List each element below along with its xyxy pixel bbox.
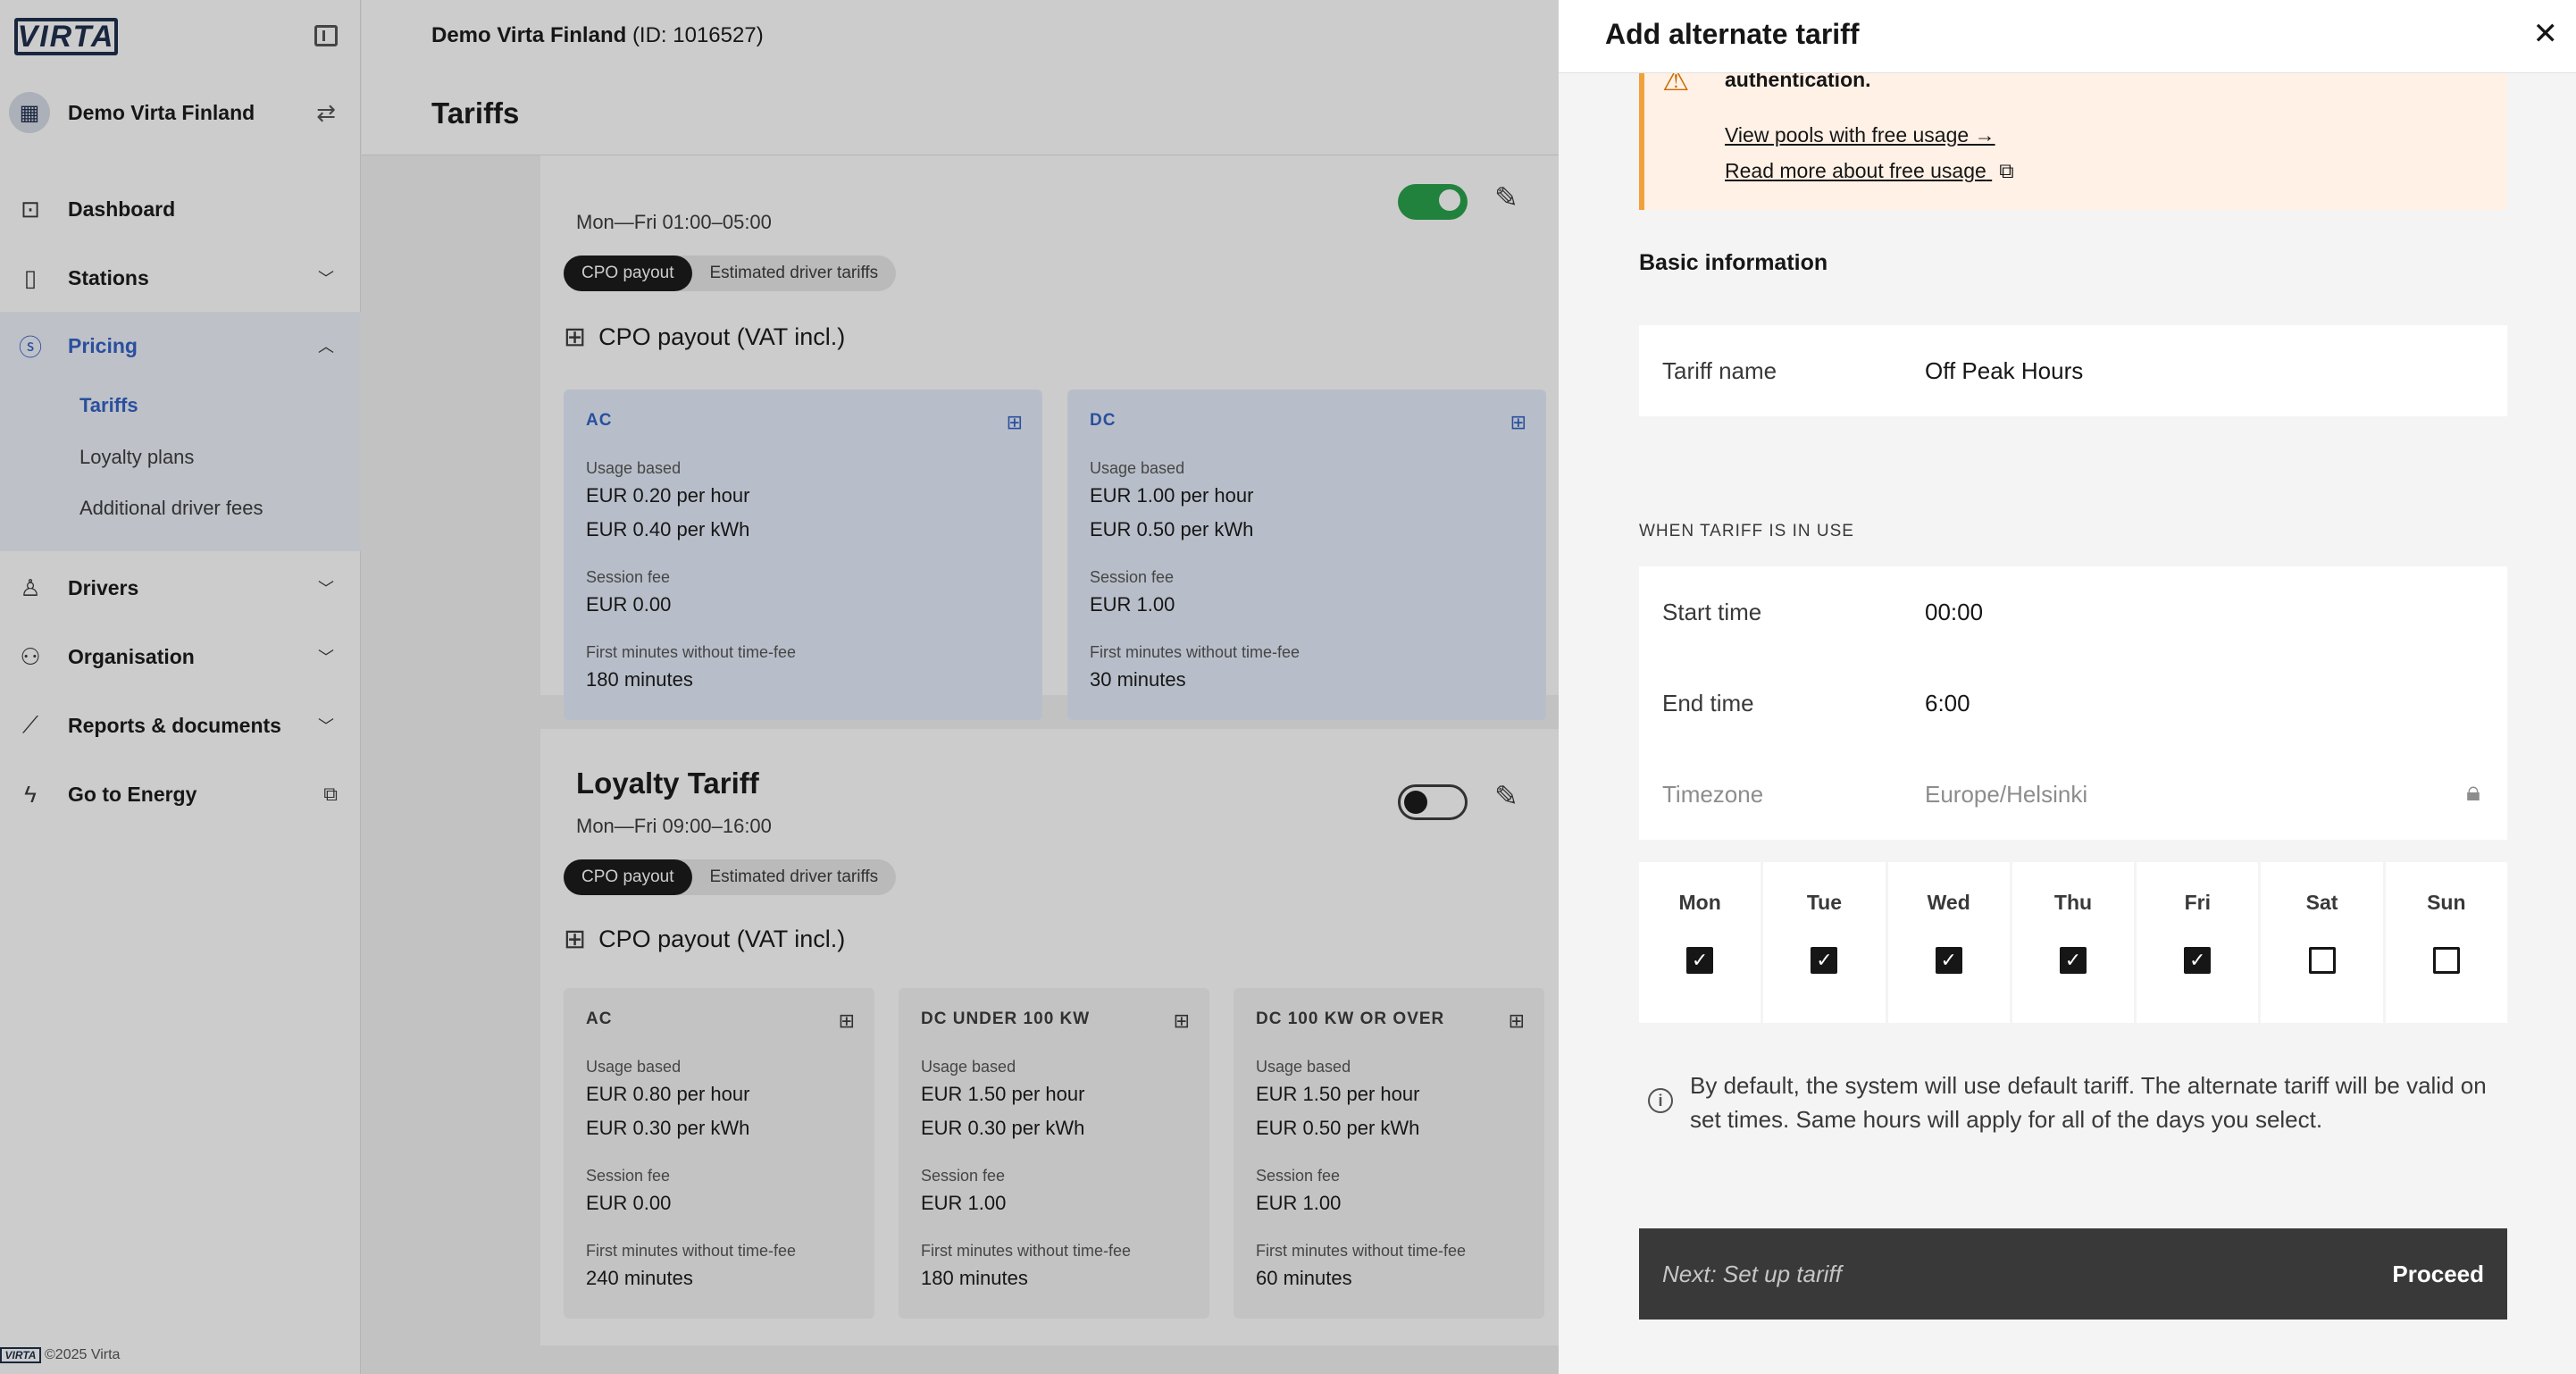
tariff-name-label: Tariff name — [1662, 357, 1777, 384]
info-icon: i — [1648, 1088, 1673, 1113]
day-name: Fri — [2184, 891, 2211, 914]
day-name: Mon — [1678, 891, 1721, 914]
start-time-label: Start time — [1662, 599, 1762, 625]
app-root: VIRTA ▦ Demo Virta Finland ⇄ ⊡ Dashboard… — [0, 0, 2576, 1374]
tariff-name-input[interactable]: Off Peak Hours — [1925, 357, 2083, 385]
start-time-row[interactable]: Start time 00:00 — [1639, 566, 2507, 658]
read-more-text: Read more about free usage — [1725, 159, 1986, 182]
checkbox-fri[interactable]: ✓ — [2184, 947, 2212, 974]
end-time-row[interactable]: End time 6:00 — [1639, 658, 2507, 749]
close-icon[interactable]: ✕ — [2533, 16, 2559, 52]
add-alternate-tariff-panel: Add alternate tariff ✕ ⚠ authentication.… — [1559, 0, 2576, 1374]
lock-icon: 🔒︎ — [2466, 777, 2480, 807]
timezone-row: Timezone Europe/Helsinki 🔒︎ — [1639, 749, 2507, 840]
tariff-name-row: Tariff name Off Peak Hours — [1639, 325, 2507, 416]
day-name: Thu — [2053, 891, 2093, 914]
end-time-input[interactable]: 6:00 — [1925, 690, 1970, 717]
next-step-label: Next: Set up tariff — [1662, 1261, 1842, 1287]
checkbox-mon[interactable]: ✓ — [1686, 947, 1714, 974]
read-more-link[interactable]: Read more about free usage ⧉ — [1725, 159, 2014, 183]
proceed-button[interactable]: Next: Set up tariff Proceed — [1639, 1228, 2507, 1320]
panel-title: Add alternate tariff — [1605, 18, 1860, 50]
external-link-icon: ⧉ — [1999, 159, 2014, 182]
checkbox-thu[interactable]: ✓ — [2059, 947, 2087, 974]
day-name: Sat — [2305, 891, 2338, 914]
proceed-label: Proceed — [2392, 1261, 2484, 1287]
tariff-name-field[interactable]: Tariff name Off Peak Hours — [1639, 325, 2507, 416]
day-name: Tue — [1806, 891, 1843, 914]
view-pools-link[interactable]: View pools with free usage → — [1725, 123, 1995, 147]
day-name: Wed — [1927, 891, 1970, 914]
panel-header: Add alternate tariff ✕ — [1559, 0, 2576, 73]
end-time-label: End time — [1662, 690, 1754, 716]
day-name: Sun — [2427, 891, 2466, 914]
checkbox-tue[interactable]: ✓ — [1811, 947, 1838, 974]
when-tariff-caption: WHEN TARIFF IS IN USE — [1639, 522, 1854, 540]
timezone-label: Timezone — [1662, 781, 1764, 808]
day-mon[interactable]: Mon ✓ — [1639, 862, 1761, 1023]
checkbox-sat[interactable] — [2308, 947, 2336, 974]
schedule-fields: Start time 00:00 End time 6:00 Timezone … — [1639, 566, 2507, 840]
day-fri[interactable]: Fri ✓ — [2137, 862, 2259, 1023]
day-wed[interactable]: Wed ✓ — [1887, 862, 2010, 1023]
day-sun[interactable]: Sun — [2385, 862, 2507, 1023]
modal-overlay[interactable] — [0, 0, 1559, 1374]
info-text: By default, the system will use default … — [1690, 1072, 2487, 1133]
checkbox-wed[interactable]: ✓ — [1935, 947, 1962, 974]
checkbox-sun[interactable] — [2432, 947, 2460, 974]
day-thu[interactable]: Thu ✓ — [2011, 862, 2135, 1023]
basic-info-heading: Basic information — [1639, 250, 1828, 275]
start-time-input[interactable]: 00:00 — [1925, 599, 1983, 626]
weekday-selector: Mon ✓ Tue ✓ Wed ✓ Thu ✓ Fri ✓ Sat Sun — [1639, 862, 2507, 1023]
day-sat[interactable]: Sat — [2261, 862, 2383, 1023]
day-tue[interactable]: Tue ✓ — [1763, 862, 1886, 1023]
timezone-value: Europe/Helsinki — [1925, 781, 2088, 808]
